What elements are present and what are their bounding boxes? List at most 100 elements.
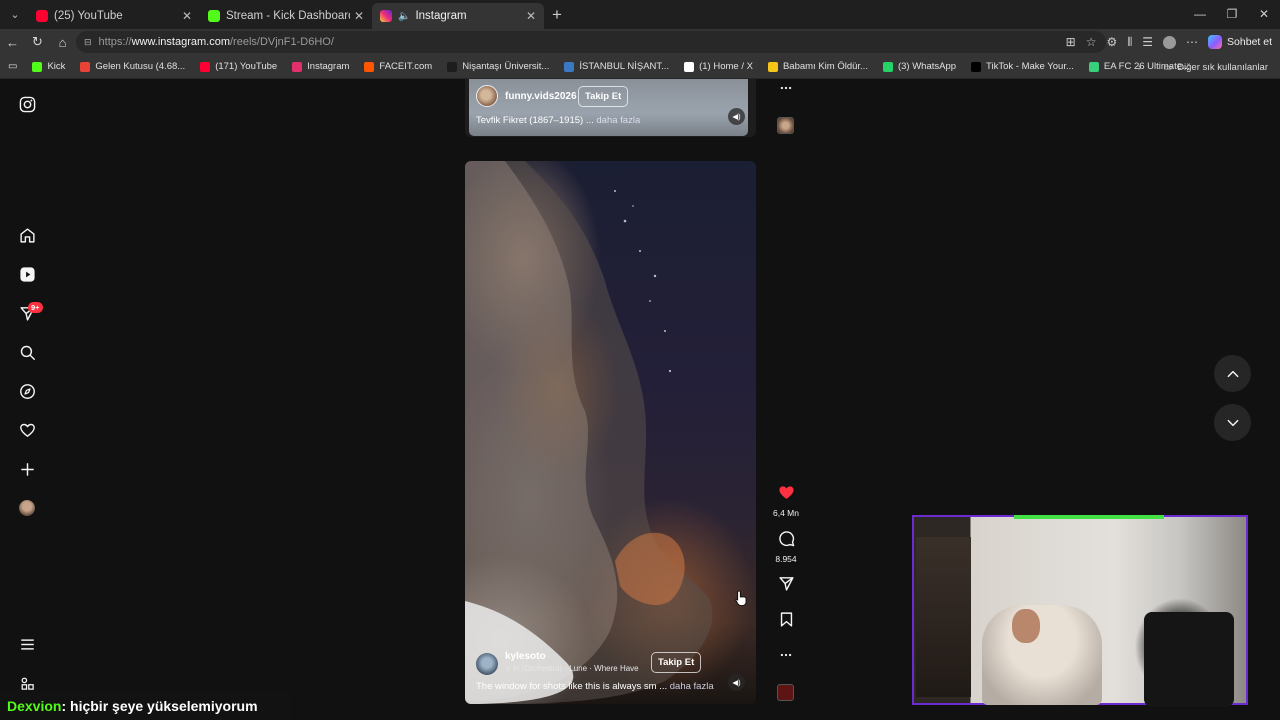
extensions-icon[interactable]: ⚙	[1106, 35, 1117, 49]
bookmark-item[interactable]: FACEIT.com	[364, 61, 432, 72]
close-tab-icon[interactable]: ✕	[354, 9, 364, 23]
heart-notifications-icon[interactable]	[17, 420, 37, 440]
volume-icon[interactable]: ◀)	[728, 674, 745, 691]
more-menu-icon[interactable]: ⋯	[1186, 35, 1198, 49]
other-bookmarks-folder[interactable]: › ▭ Diğer sık kullanılanlar	[1138, 55, 1268, 79]
tab-title: (25) YouTube	[54, 10, 123, 22]
more-link[interactable]: daha fazla	[596, 115, 640, 126]
tab-youtube[interactable]: (25) YouTube ✕	[28, 3, 200, 29]
bookmark-label: (171) YouTube	[215, 61, 278, 72]
bookmark-item[interactable]: (1) Home / X	[684, 61, 753, 72]
favorite-star-icon[interactable]: ☆	[1086, 35, 1097, 49]
instagram-logo-icon[interactable]	[17, 94, 37, 114]
maximize-button[interactable]: ❐	[1216, 0, 1248, 29]
bookmark-item[interactable]: İSTANBUL NİŞANT...	[564, 61, 669, 72]
tab-title: Instagram	[415, 10, 467, 22]
home-icon[interactable]	[17, 225, 37, 245]
comment-button[interactable]: 8.954	[770, 530, 802, 564]
site-info-icon[interactable]: ⊟	[84, 37, 92, 48]
speaker-icon[interactable]: 🔈	[398, 11, 410, 22]
minimize-button[interactable]: —	[1184, 0, 1216, 29]
stream-chat-message: Dexvion: hiçbir şeye yükselemiyorum	[0, 693, 290, 720]
bookmark-label: Gelen Kutusu (4.68...	[95, 61, 186, 72]
search-icon[interactable]	[17, 342, 37, 362]
bookmark-label: TikTok - Make Your...	[986, 61, 1074, 72]
bookmark-label: (1) Home / X	[699, 61, 753, 72]
profile-avatar[interactable]	[17, 498, 37, 518]
bookmarks-menu-icon[interactable]: ▭	[8, 61, 17, 72]
previous-reel-button[interactable]	[1214, 355, 1251, 392]
tab-instagram[interactable]: 🔈 Instagram ✕	[372, 3, 544, 29]
chevron-right-icon[interactable]: ›	[1138, 62, 1141, 73]
address-bar-row: ← ↻ ⌂ ⊟ https://www.instagram.com/reels/…	[0, 29, 1280, 55]
share-icon[interactable]	[770, 575, 802, 597]
instagram-page: 9+ funny.vids2026 Takip Et Tevfik Fikret…	[0, 79, 1280, 720]
current-reel[interactable]: kylesoto ♫ in (Orchestra) · Lune · Where…	[465, 161, 756, 704]
browser-tab-bar: ⌄ (25) YouTube ✕ Stream - Kick Dashboard…	[0, 0, 1280, 29]
copilot-button[interactable]: Sohbet et	[1208, 35, 1272, 49]
wave-video-frame	[465, 161, 713, 704]
bookmark-item[interactable]: Kick	[32, 61, 65, 72]
reel-caption: The window for shots like this is always…	[476, 681, 714, 692]
bookmark-item[interactable]: Instagram	[292, 61, 349, 72]
reel-music[interactable]: ♫ in (Orchestra) · Lune · Where Have	[505, 664, 639, 673]
folder-icon: ▭	[1163, 61, 1173, 73]
app-available-icon[interactable]: ⊞	[1066, 35, 1076, 49]
collections-icon[interactable]: ☰	[1142, 35, 1153, 49]
notification-badge: 9+	[28, 302, 43, 313]
save-bookmark-icon[interactable]	[770, 611, 802, 633]
bookmark-item[interactable]: (171) YouTube	[200, 61, 277, 72]
reel-username[interactable]: funny.vids2026	[505, 91, 577, 102]
next-reel-button[interactable]	[1214, 404, 1251, 441]
tab-kick-dashboard[interactable]: Stream - Kick Dashboard ✕	[200, 3, 372, 29]
like-button[interactable]: 6,4 Mn	[770, 484, 802, 518]
bookmark-item[interactable]: (3) WhatsApp	[882, 61, 957, 72]
home-button[interactable]: ⌂	[50, 35, 75, 50]
tiktok-icon	[971, 61, 982, 72]
more-apps-icon[interactable]	[17, 673, 37, 693]
url-host: www.instagram.com	[131, 36, 230, 48]
avatar[interactable]	[476, 653, 498, 675]
chat-message-text: : hiçbir şeye yükselemiyorum	[61, 698, 258, 714]
follow-button[interactable]: Takip Et	[651, 652, 702, 673]
follow-button[interactable]: Takip Et	[578, 86, 629, 107]
toolbar-right: ⊞ ☆ ⚙ ⫴ ☰ ⋯ Sohbet et	[1066, 29, 1272, 55]
explore-compass-icon[interactable]	[17, 381, 37, 401]
hamburger-menu-icon[interactable]	[17, 634, 37, 654]
other-bookmarks-label: Diğer sık kullanılanlar	[1177, 61, 1268, 73]
profile-avatar-icon[interactable]	[1163, 35, 1177, 49]
chevron-up-icon	[1227, 370, 1238, 377]
youtube-icon	[36, 10, 48, 22]
previous-reel-more-icon[interactable]	[770, 81, 802, 100]
url-field[interactable]: ⊟ https://www.instagram.com/reels/DVjnF1…	[76, 31, 1106, 53]
bookmark-item[interactable]: Babamı Kim Öldür...	[767, 61, 868, 72]
reel-username[interactable]: kylesoto	[505, 651, 546, 662]
webcam-frame-accent	[1014, 515, 1164, 519]
new-tab-button[interactable]: +	[544, 5, 570, 25]
create-plus-icon[interactable]	[17, 459, 37, 479]
bookmark-label: (3) WhatsApp	[897, 61, 957, 72]
volume-icon[interactable]: ◀)	[728, 108, 745, 125]
more-link[interactable]: daha fazla	[670, 681, 714, 692]
bookmark-item[interactable]: TikTok - Make Your...	[971, 61, 1074, 72]
window-controls: — ❐ ✕	[1184, 0, 1280, 29]
bookmark-label: Babamı Kim Öldür...	[782, 61, 868, 72]
bookmark-item[interactable]: Nişantaşı Üniversit...	[447, 61, 549, 72]
webcam-person	[982, 605, 1102, 705]
close-window-button[interactable]: ✕	[1248, 0, 1280, 29]
reels-icon[interactable]	[17, 264, 37, 284]
faceit-icon	[364, 61, 375, 72]
previous-reel[interactable]: funny.vids2026 Takip Et Tevfik Fikret (1…	[465, 79, 756, 137]
audio-thumbnail[interactable]	[777, 684, 794, 701]
tab-list-chevron-icon[interactable]: ⌄	[2, 4, 28, 26]
previous-reel-audio-thumbnail[interactable]	[777, 117, 794, 134]
avatar[interactable]	[476, 85, 498, 107]
sidebar-icon[interactable]: ⫴	[1127, 35, 1132, 50]
bookmark-item[interactable]: Gelen Kutusu (4.68...	[80, 61, 185, 72]
instagram-sidebar: 9+	[0, 79, 54, 720]
close-tab-icon[interactable]: ✕	[182, 9, 192, 23]
close-tab-icon[interactable]: ✕	[526, 9, 536, 23]
back-button[interactable]: ←	[0, 35, 25, 50]
refresh-button[interactable]: ↻	[25, 34, 50, 50]
more-options-icon[interactable]	[770, 648, 802, 667]
